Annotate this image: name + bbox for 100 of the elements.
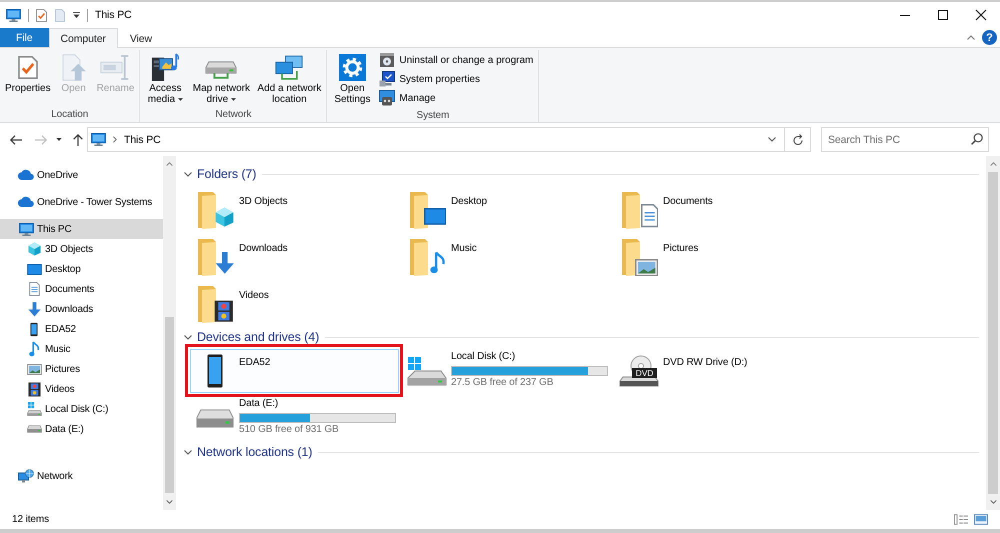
chevron-up-icon[interactable] (967, 35, 975, 40)
cloud-icon (18, 170, 34, 180)
nav-item[interactable]: Data (E:) (0, 419, 163, 439)
monitor-toolbox-icon (379, 90, 396, 106)
window-title: This PC (95, 9, 132, 21)
ribbon-tab[interactable]: Computer (48, 28, 118, 48)
details-view-icon[interactable] (954, 514, 968, 525)
folder-item[interactable]: Desktop (402, 188, 611, 232)
nav-item[interactable]: OneDrive - Tower Systems (0, 192, 163, 212)
group-header[interactable]: Devices and drives (4) (197, 330, 320, 344)
phone-icon (207, 354, 223, 388)
group-header[interactable]: Folders (7) (197, 167, 256, 181)
nav-item[interactable]: Desktop (0, 259, 163, 279)
up-arrow-icon[interactable] (73, 134, 83, 146)
maximize-icon[interactable] (938, 10, 948, 20)
nav-item[interactable]: This PC (0, 219, 163, 239)
chevron-down-icon[interactable] (184, 172, 192, 176)
checked-document-icon (18, 56, 38, 78)
picture-icon (26, 364, 42, 374)
nav-item[interactable]: Documents (0, 279, 163, 299)
recent-locations-caret-icon[interactable] (56, 138, 62, 141)
ribbon-button[interactable]: Open Settings (329, 50, 376, 107)
large-icons-view-icon[interactable] (974, 514, 988, 525)
monitor-icon (91, 133, 106, 146)
network-monitors-icon (275, 54, 304, 80)
free-space-text: 510 GB free of 931 GB (239, 423, 340, 437)
minimize-icon[interactable] (900, 14, 910, 16)
chevron-down-icon[interactable] (184, 450, 192, 454)
drive-item[interactable]: Data (E:) 510 GB free of 931 GB (190, 396, 399, 440)
ribbon-tab[interactable]: File (0, 28, 49, 47)
refresh-icon (792, 134, 802, 145)
folder-item[interactable]: Documents (614, 188, 823, 232)
nav-item[interactable]: Videos (0, 379, 163, 399)
document-up-arrow-icon (62, 54, 86, 80)
ribbon-button[interactable]: Map network drive (189, 50, 254, 106)
nav-item[interactable]: 3D Objects (0, 239, 163, 259)
phone-icon (30, 322, 38, 336)
nav-item[interactable]: OneDrive (0, 165, 163, 185)
document-icon (28, 282, 40, 296)
ribbon-button[interactable]: Access media (142, 50, 188, 106)
ribbon-tab[interactable]: View (118, 28, 164, 48)
search-field[interactable]: Search This PC (821, 127, 989, 152)
music-note-icon (29, 341, 39, 357)
nav-item[interactable]: EDA52 (0, 319, 163, 339)
drive-item[interactable]: Local Disk (C:) 27.5 GB free of 237 GB (402, 349, 611, 393)
ribbon-button[interactable]: Properties (2, 50, 54, 106)
breadcrumb-item[interactable]: This PC (124, 134, 161, 146)
folder-item[interactable]: Music (402, 235, 611, 279)
nav-item[interactable]: Downloads (0, 299, 163, 319)
disc-box-icon (379, 52, 396, 68)
scrollbar-thumb[interactable] (988, 172, 998, 494)
nav-item[interactable]: Local Disk (C:) (0, 399, 163, 419)
folder-item[interactable]: Downloads (190, 235, 399, 279)
chevron-up-icon[interactable] (166, 162, 173, 166)
folder-item[interactable]: Pictures (614, 235, 823, 279)
text-cursor-field-icon (100, 54, 130, 80)
checked-document-icon[interactable] (36, 8, 47, 22)
folder-monitor-icon (408, 191, 446, 229)
group-header[interactable]: Network locations (1) (197, 445, 312, 459)
folder-download-icon (196, 238, 234, 276)
drive-item[interactable]: DVD DVD RW Drive (D:) (614, 349, 823, 393)
folder-document-icon (620, 191, 658, 229)
nav-item[interactable]: Pictures (0, 359, 163, 379)
item-count-text: 12 items (12, 514, 49, 525)
ribbon-button[interactable]: Manage (376, 89, 536, 107)
chevron-up-icon[interactable] (990, 162, 996, 166)
ribbon-button[interactable]: Add a network location (254, 50, 324, 106)
free-space-text: 27.5 GB free of 237 GB (451, 376, 554, 390)
group-label: Location (50, 108, 90, 122)
chevron-down-icon[interactable] (184, 334, 192, 340)
ribbon-button[interactable]: Uninstall or change a program (376, 51, 536, 69)
gear-icon (338, 54, 366, 80)
folder-music-note-icon (408, 238, 446, 276)
search-icon[interactable] (971, 133, 983, 145)
folder-cube-icon (196, 191, 234, 229)
close-icon[interactable] (976, 10, 986, 20)
chevron-right-icon (113, 136, 117, 143)
folder-item[interactable]: Videos (190, 282, 399, 326)
ribbon-button[interactable]: System properties (376, 70, 536, 88)
nav-item[interactable]: Network (0, 466, 163, 486)
folder-picture-icon (620, 238, 658, 276)
back-arrow-icon[interactable] (10, 134, 22, 144)
scrollbar-thumb[interactable] (165, 316, 174, 494)
help-button[interactable]: ? (982, 30, 997, 45)
group-label: Network (214, 108, 252, 122)
address-field[interactable]: This PC (87, 127, 811, 152)
group-label: System (416, 109, 450, 123)
cloud-icon (18, 197, 34, 207)
system-drive-icon (26, 402, 42, 416)
chevron-down-icon[interactable] (990, 500, 996, 504)
media-server-icon (151, 53, 180, 81)
drive-icon (196, 408, 234, 428)
caret-icon[interactable] (73, 12, 80, 18)
monitor-icon[interactable] (6, 8, 21, 22)
download-icon (28, 302, 40, 316)
nav-item[interactable]: Music (0, 339, 163, 359)
desktop-icon (26, 264, 42, 274)
folder-item[interactable]: 3D Objects (190, 188, 399, 232)
chevron-down-icon[interactable] (768, 137, 776, 142)
chevron-down-icon[interactable] (166, 500, 173, 504)
